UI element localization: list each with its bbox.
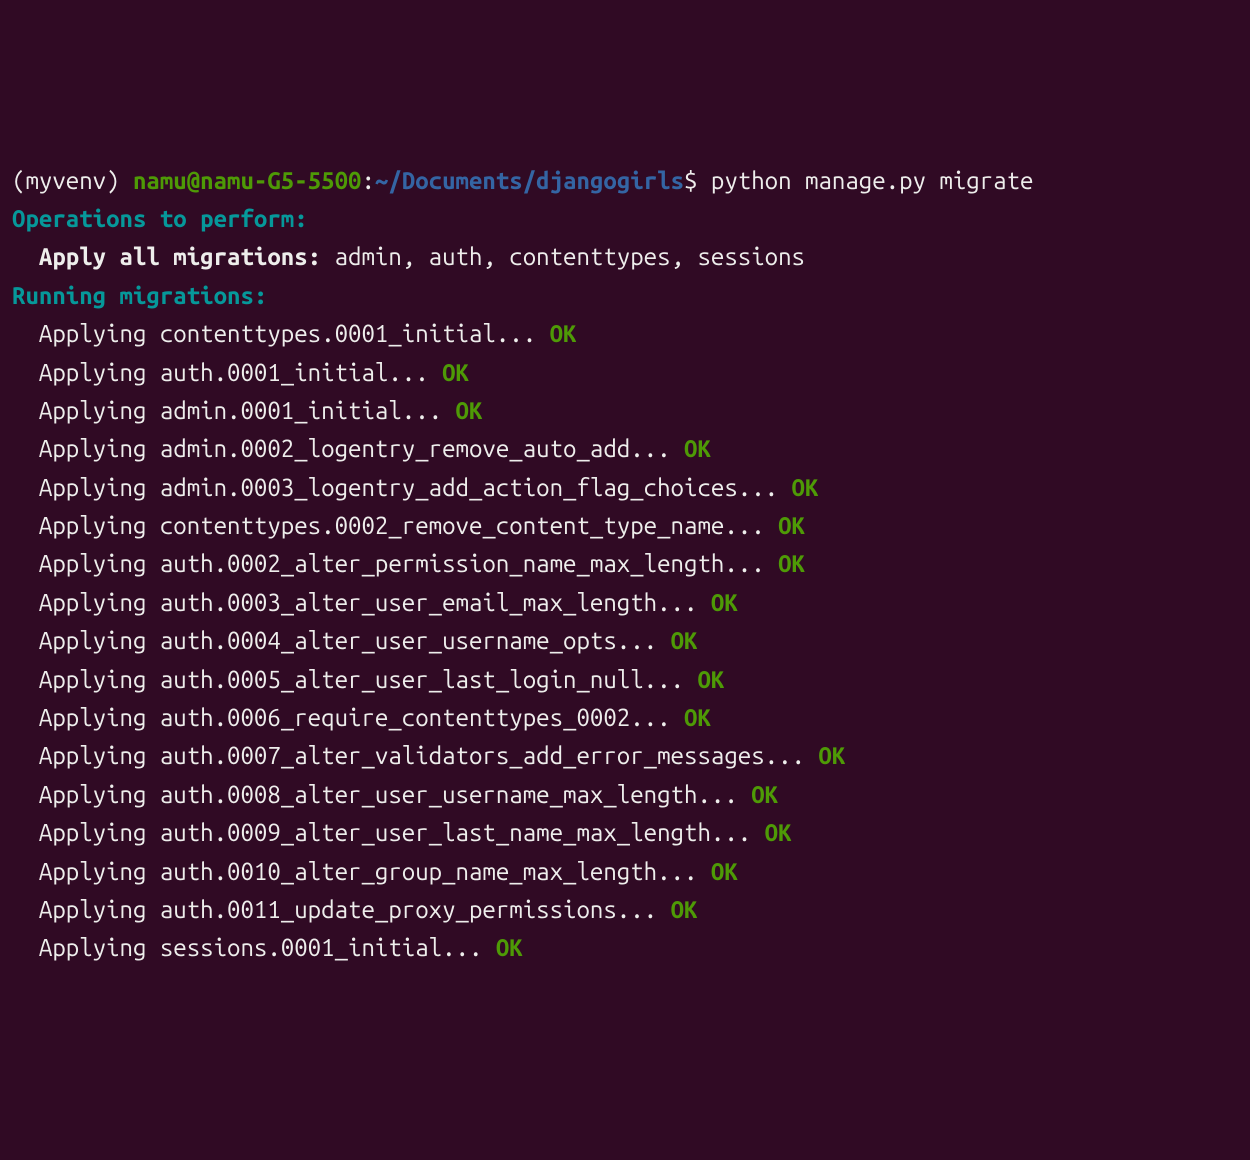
colon: : [361, 167, 374, 194]
apply-prefix: Applying [12, 359, 160, 386]
migration-line: Applying auth.0008_alter_user_username_m… [12, 781, 778, 808]
migration-line: Applying auth.0010_alter_group_name_max_… [12, 858, 738, 885]
status-ok: OK [697, 666, 724, 693]
migration-line: Applying auth.0002_alter_permission_name… [12, 550, 805, 577]
status-ok: OK [671, 896, 698, 923]
apply-prefix: Applying [12, 397, 160, 424]
migration-name: auth.0009_alter_user_last_name_max_lengt… [160, 819, 765, 846]
migration-line: Applying contenttypes.0001_initial... OK [12, 320, 577, 347]
apply-prefix: Applying [12, 589, 160, 616]
apply-prefix: Applying [12, 320, 160, 347]
migration-line: Applying admin.0001_initial... OK [12, 397, 482, 424]
migration-line: Applying auth.0005_alter_user_last_login… [12, 666, 724, 693]
status-ok: OK [711, 589, 738, 616]
migration-line: Applying auth.0006_require_contenttypes_… [12, 704, 711, 731]
venv-indicator: (myvenv) [12, 167, 133, 194]
apply-prefix: Applying [12, 742, 160, 769]
apply-prefix: Applying [12, 474, 160, 501]
command-text: python manage.py migrate [711, 167, 1034, 194]
migration-name: contenttypes.0001_initial... [160, 320, 550, 347]
migration-line: Applying auth.0004_alter_user_username_o… [12, 627, 697, 654]
apply-prefix: Applying [12, 512, 160, 539]
status-ok: OK [671, 627, 698, 654]
migration-name: auth.0007_alter_validators_add_error_mes… [160, 742, 819, 769]
migration-line: Applying auth.0011_update_proxy_permissi… [12, 896, 697, 923]
migration-name: auth.0011_update_proxy_permissions... [160, 896, 671, 923]
apply-prefix: Applying [12, 858, 160, 885]
status-ok: OK [550, 320, 577, 347]
migration-name: auth.0002_alter_permission_name_max_leng… [160, 550, 778, 577]
apply-prefix: Applying [12, 435, 160, 462]
user-host: namu@namu-G5-5500 [133, 167, 361, 194]
status-ok: OK [684, 704, 711, 731]
migration-name: admin.0002_logentry_remove_auto_add... [160, 435, 684, 462]
terminal-output[interactable]: (myvenv) namu@namu-G5-5500:~/Documents/d… [12, 162, 1238, 968]
migration-name: auth.0008_alter_user_username_max_length… [160, 781, 751, 808]
apply-prefix: Applying [12, 704, 160, 731]
migration-list: Applying contenttypes.0001_initial... OK… [12, 315, 1238, 968]
operations-header: Operations to perform: [12, 205, 308, 232]
migration-line: Applying contenttypes.0002_remove_conten… [12, 512, 805, 539]
apply-prefix: Applying [12, 781, 160, 808]
status-ok: OK [751, 781, 778, 808]
status-ok: OK [442, 359, 469, 386]
migration-line: Applying admin.0002_logentry_remove_auto… [12, 435, 711, 462]
migration-name: admin.0001_initial... [160, 397, 456, 424]
migration-name: auth.0006_require_contenttypes_0002... [160, 704, 684, 731]
apply-prefix: Applying [12, 627, 160, 654]
running-header: Running migrations: [12, 282, 267, 309]
migration-name: sessions.0001_initial... [160, 934, 496, 961]
status-ok: OK [765, 819, 792, 846]
status-ok: OK [684, 435, 711, 462]
migration-name: auth.0003_alter_user_email_max_length... [160, 589, 711, 616]
apply-all-label: Apply all migrations: [12, 243, 335, 270]
status-ok: OK [818, 742, 845, 769]
status-ok: OK [778, 550, 805, 577]
apply-prefix: Applying [12, 934, 160, 961]
migration-line: Applying sessions.0001_initial... OK [12, 934, 523, 961]
status-ok: OK [496, 934, 523, 961]
migration-name: auth.0001_initial... [160, 359, 442, 386]
apply-prefix: Applying [12, 666, 160, 693]
prompt-symbol: $ [684, 167, 711, 194]
migration-name: auth.0005_alter_user_last_login_null... [160, 666, 698, 693]
apply-prefix: Applying [12, 550, 160, 577]
migration-line: Applying auth.0003_alter_user_email_max_… [12, 589, 738, 616]
migration-line: Applying auth.0007_alter_validators_add_… [12, 742, 845, 769]
status-ok: OK [456, 397, 483, 424]
migration-name: contenttypes.0002_remove_content_type_na… [160, 512, 778, 539]
apply-prefix: Applying [12, 896, 160, 923]
apply-prefix: Applying [12, 819, 160, 846]
apply-all-list: admin, auth, contenttypes, sessions [335, 243, 805, 270]
status-ok: OK [792, 474, 819, 501]
migration-name: auth.0004_alter_user_username_opts... [160, 627, 671, 654]
migration-name: auth.0010_alter_group_name_max_length... [160, 858, 711, 885]
migration-line: Applying auth.0009_alter_user_last_name_… [12, 819, 792, 846]
status-ok: OK [711, 858, 738, 885]
status-ok: OK [778, 512, 805, 539]
migration-name: admin.0003_logentry_add_action_flag_choi… [160, 474, 792, 501]
migration-line: Applying auth.0001_initial... OK [12, 359, 469, 386]
cwd-path: ~/Documents/djangogirls [375, 167, 684, 194]
migration-line: Applying admin.0003_logentry_add_action_… [12, 474, 818, 501]
